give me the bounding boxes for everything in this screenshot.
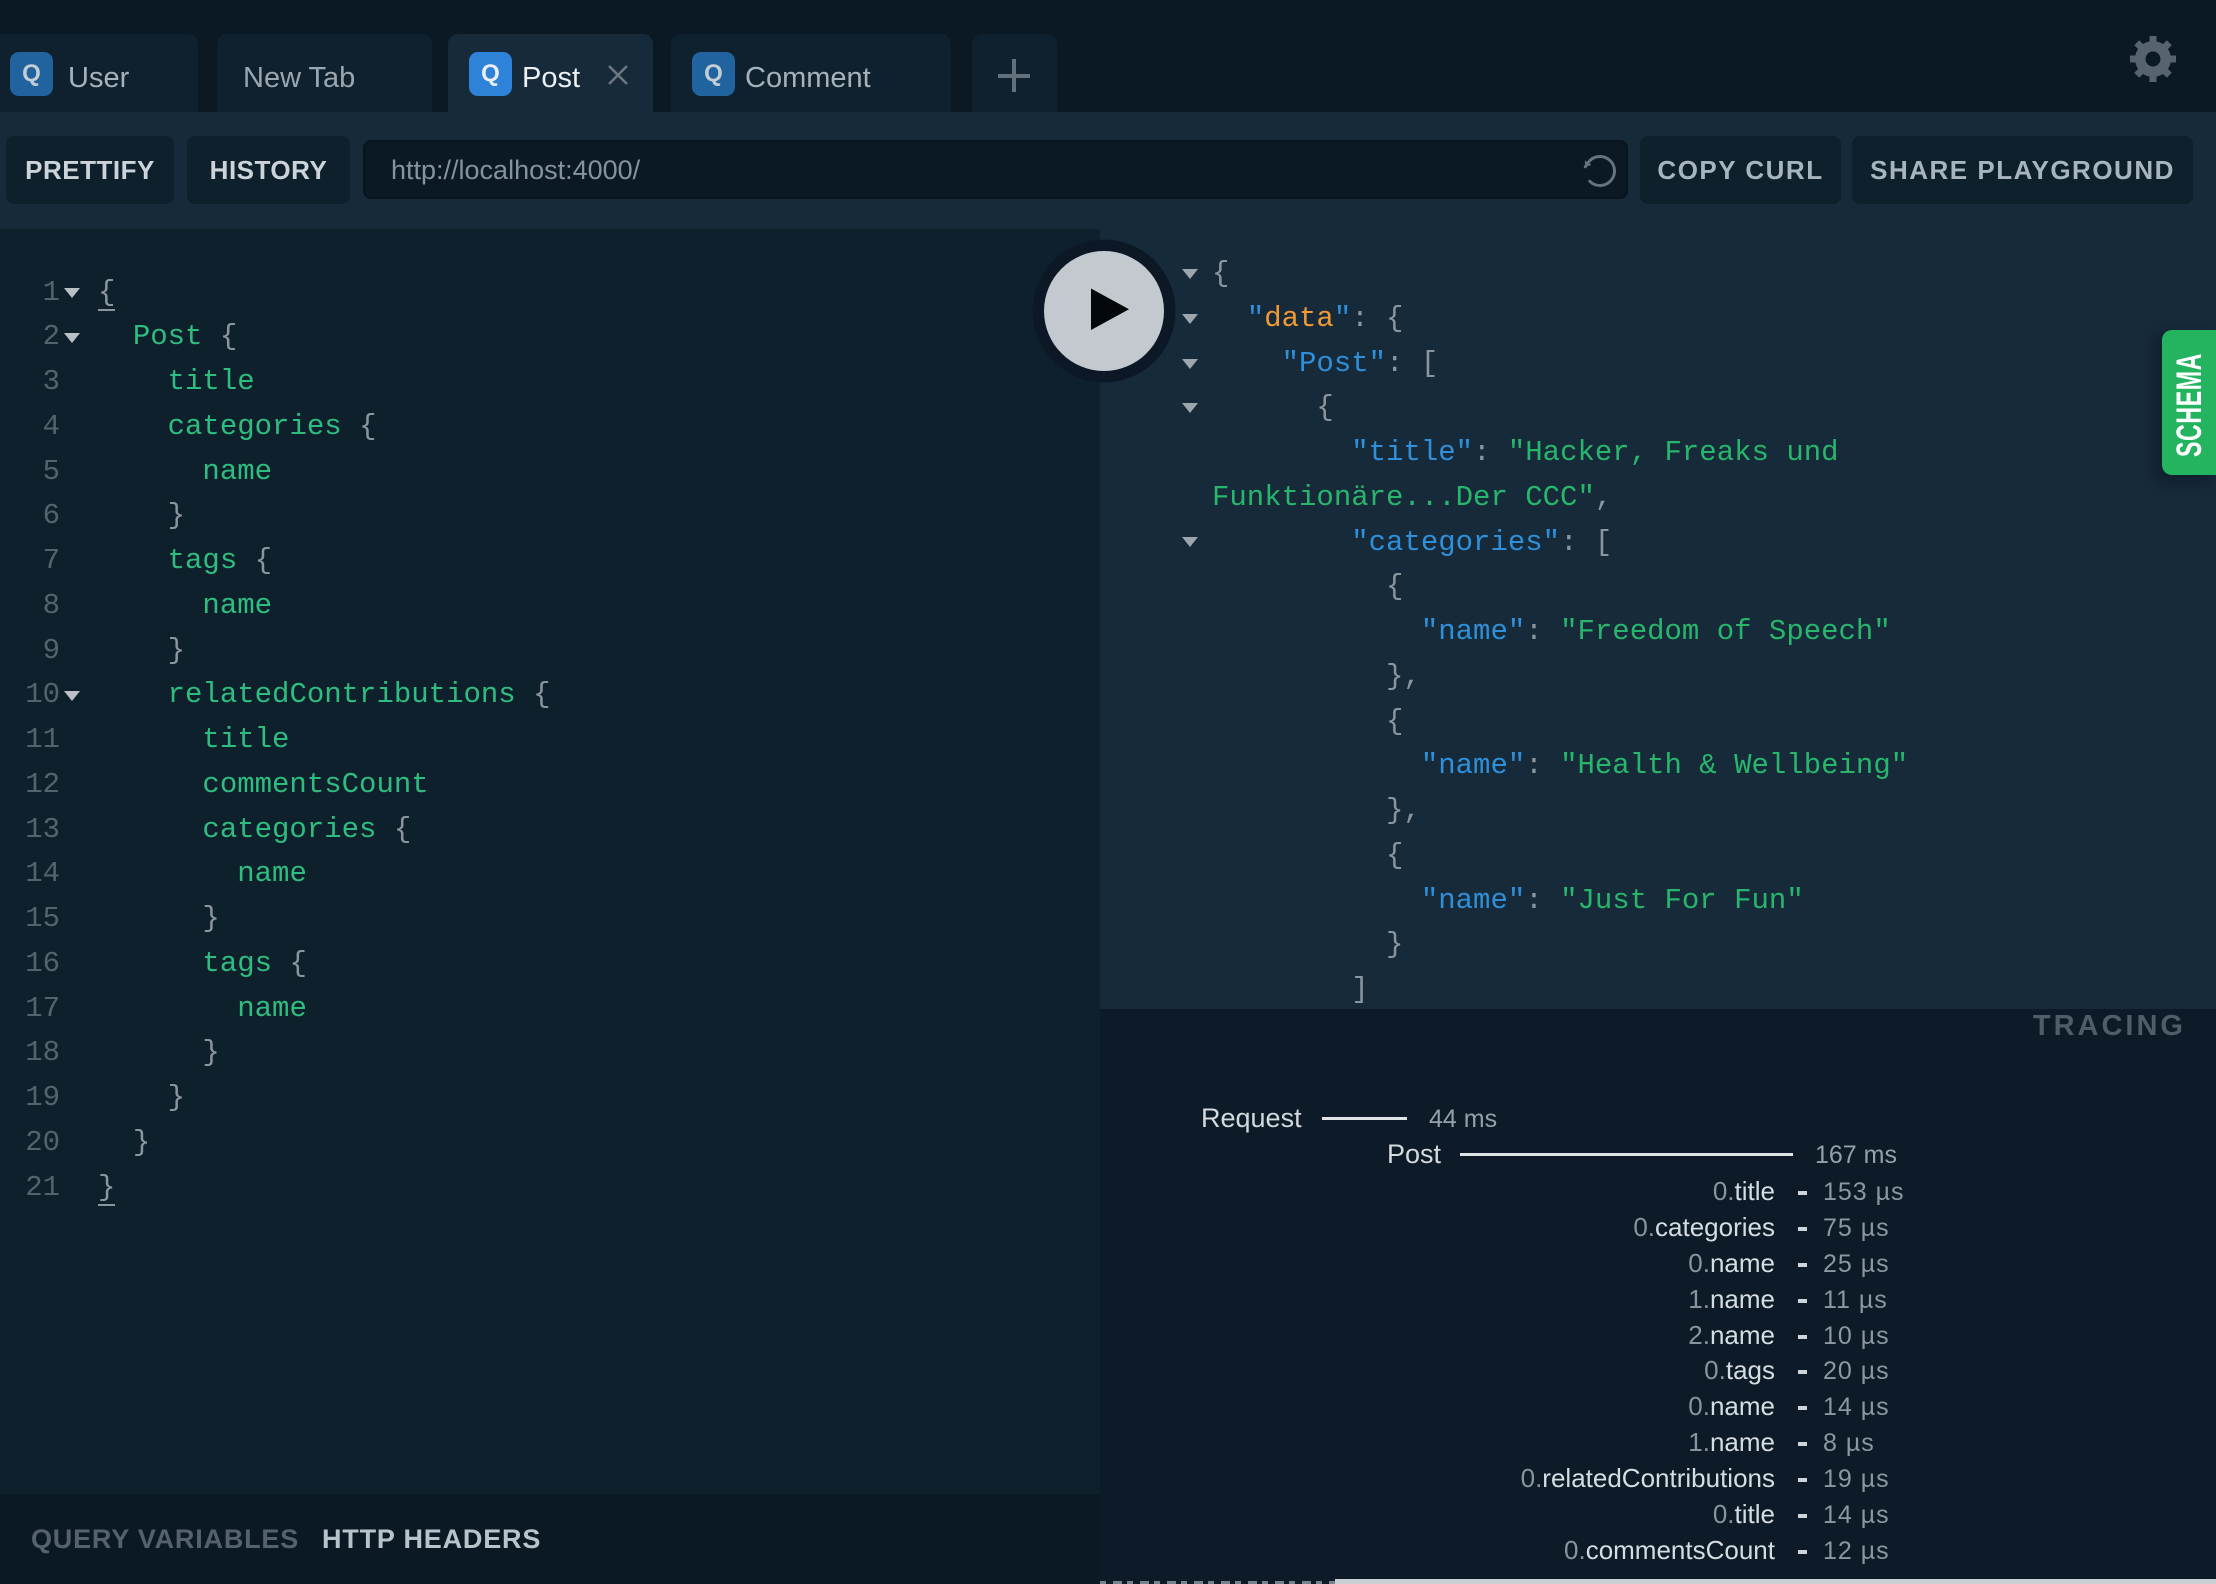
svg-text:SCHEMA: SCHEMA: [2170, 353, 2209, 457]
